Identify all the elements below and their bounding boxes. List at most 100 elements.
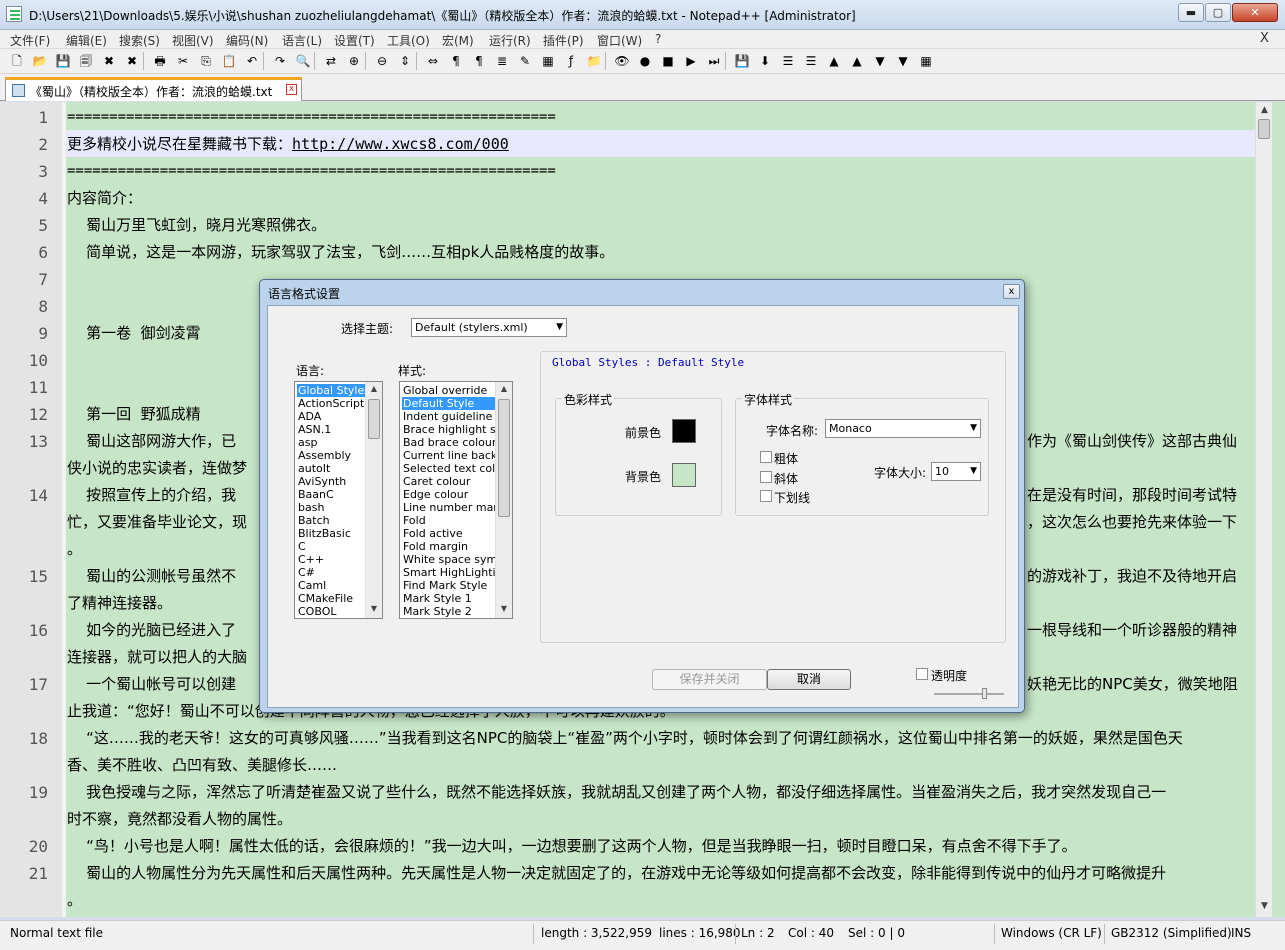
style-list-item[interactable]: Find Mark Style [402,579,495,592]
style-list-item[interactable]: Selected text colou [402,462,495,475]
style-list-item[interactable]: Bad brace colour [402,436,495,449]
close-doc-icon[interactable]: X [1260,31,1269,46]
language-list-item[interactable]: ASN.1 [297,423,365,436]
function-list-icon[interactable]: ƒ [562,52,580,70]
indent-guide-icon[interactable]: ≣ [493,52,511,70]
menu-plugins[interactable]: 插件(P) [543,32,584,49]
menu-run[interactable]: 运行(R) [489,32,531,49]
run-macro-multiple-icon[interactable]: ⏭ [705,52,723,70]
minimize-button[interactable]: ▬ [1178,3,1204,22]
show-all-chars-icon[interactable]: ¶ [470,52,488,70]
save-icon[interactable]: 💾 [54,52,72,70]
language-list-item[interactable]: Global Styles [297,384,370,397]
maximize-button[interactable]: ▢ [1205,3,1231,22]
font-size-select[interactable]: 10 ▼ [931,462,981,481]
cancel-button[interactable]: 取消 [767,669,851,690]
style-list-scrollbar[interactable]: ▲ ▼ [495,382,512,618]
background-color-swatch[interactable] [672,463,696,487]
scroll-thumb[interactable] [1258,119,1270,139]
tab-document[interactable]: 《蜀山》（精校版全本）作者：流浪的蛤蟆.txt x [5,77,302,101]
language-list-item[interactable]: Caml [297,579,365,592]
style-list-item[interactable]: Caret colour [402,475,495,488]
copy-icon[interactable]: ⎘ [197,52,215,70]
menu-language[interactable]: 语言(L) [282,32,322,49]
menu-edit[interactable]: 编辑(E) [66,32,107,49]
bookmark-icon[interactable]: ⬇ [756,52,774,70]
language-list-item[interactable]: autoIt [297,462,365,475]
language-list[interactable]: ▲ ▼ Global Styles ActionScript ADA ASN.1 asp… [294,381,383,619]
redo-icon[interactable]: ↷ [271,52,289,70]
language-list-item[interactable]: COBOL [297,605,365,618]
language-list-item[interactable]: CMakeFile [297,592,365,605]
style-list-item[interactable]: Fold [402,514,495,527]
scroll-down-icon[interactable]: ▼ [1256,898,1273,915]
style-list[interactable]: ▲ ▼ Global override Default Style Indent g… [399,381,513,619]
menu-settings[interactable]: 设置(T) [334,32,375,49]
sync-horizontal-icon[interactable]: ⇔ [424,52,442,70]
theme-select[interactable]: Default (stylers.xml) ▼ [411,318,567,337]
folder-workspace-icon[interactable]: 📁 [585,52,603,70]
style-list-item[interactable]: Edge colour [402,488,495,501]
font-name-select[interactable]: Monaco ▼ [825,419,981,438]
scroll-up-icon[interactable]: ▲ [1256,102,1273,119]
close-window-button[interactable]: ✕ [1232,3,1278,22]
style-list-item[interactable]: Fold active [402,527,495,540]
dialog-close-button[interactable]: x [1003,284,1020,299]
zoom-in-icon[interactable]: ⊕ [345,52,363,70]
play-macro-icon[interactable]: ▶ [682,52,700,70]
undo-icon[interactable]: ↶ [243,52,261,70]
print-icon[interactable]: 🖶 [151,52,169,70]
language-list-scrollbar[interactable]: ▲ ▼ [365,382,382,618]
close-all-icon[interactable]: ✖ [123,52,141,70]
menu-encoding[interactable]: 编码(N) [226,32,268,49]
save-macro-icon[interactable]: 💾 [733,52,751,70]
language-list-item[interactable]: C [297,540,365,553]
paste-icon[interactable]: 📋 [220,52,238,70]
scroll-up-icon[interactable]: ▲ [496,384,512,393]
style-list-item[interactable]: Line number margin [402,501,495,514]
style-list-item[interactable]: Fold margin [402,540,495,553]
open-file-icon[interactable]: 📂 [31,52,49,70]
replace-icon[interactable]: ⇄ [322,52,340,70]
language-list-item[interactable]: Batch [297,514,365,527]
style-list-item[interactable]: White space symbo [402,553,495,566]
language-list-item[interactable]: ActionScript [297,397,365,410]
scroll-thumb[interactable] [368,399,380,439]
tab-close-icon[interactable]: x [286,84,297,95]
arrow-up-icon[interactable]: ▲ [825,52,843,70]
style-list-item[interactable]: Mark Style 2 [402,605,495,618]
user-language-icon[interactable]: ✎ [516,52,534,70]
style-list-item[interactable]: Brace highlight style [402,423,495,436]
scroll-down-icon[interactable]: ▼ [366,604,382,613]
language-list-item[interactable]: C++ [297,553,365,566]
style-list-item[interactable]: Smart HighLighting [402,566,495,579]
menu-macro[interactable]: 宏(M) [442,32,474,49]
menu-view[interactable]: 视图(V) [172,32,214,49]
menu-search[interactable]: 搜索(S) [119,32,160,49]
language-list-item[interactable]: bash [297,501,365,514]
language-list-item[interactable]: BlitzBasic [297,527,365,540]
underline-checkbox[interactable] [760,490,772,502]
list-2-icon[interactable]: ☰ [802,52,820,70]
cut-icon[interactable]: ✂ [174,52,192,70]
zoom-out-icon[interactable]: ⊖ [373,52,391,70]
record-macro-icon[interactable]: ● [636,52,654,70]
italic-checkbox[interactable] [760,471,772,483]
arrow-down-2-icon[interactable]: ▼ [894,52,912,70]
scroll-thumb[interactable] [498,399,510,517]
sync-vertical-icon[interactable]: ⇕ [396,52,414,70]
stop-record-icon[interactable]: ■ [659,52,677,70]
language-list-item[interactable]: asp [297,436,365,449]
word-wrap-icon[interactable]: ¶ [447,52,465,70]
arrow-up-2-icon[interactable]: ▲ [848,52,866,70]
foreground-color-swatch[interactable] [672,419,696,443]
language-list-item[interactable]: Assembly [297,449,365,462]
list-1-icon[interactable]: ☰ [779,52,797,70]
find-icon[interactable]: 🔍 [294,52,312,70]
menu-tools[interactable]: 工具(O) [387,32,430,49]
monitor-icon[interactable]: 👁 [613,52,631,70]
save-all-icon[interactable]: 🗐 [77,52,95,70]
transparency-slider-track[interactable] [934,693,1004,695]
language-list-item[interactable]: BaanC [297,488,365,501]
menu-window[interactable]: 窗口(W) [597,32,642,49]
